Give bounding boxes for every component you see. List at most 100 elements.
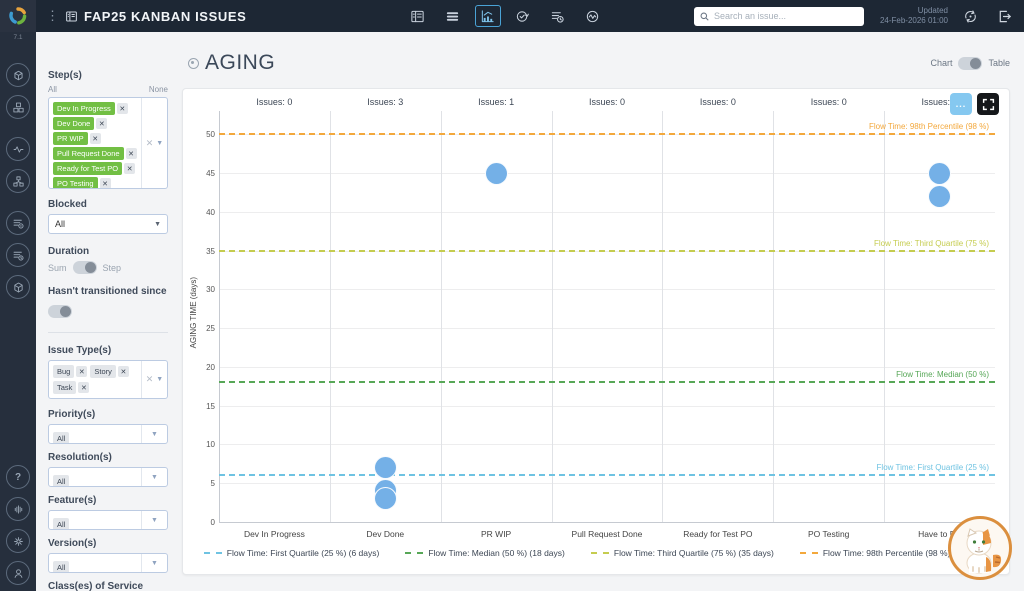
filter-tag: Bug✕ [53,365,87,378]
duration-step-label[interactable]: Step [103,263,122,273]
package-icon[interactable] [6,63,30,87]
h-gridline [219,173,995,174]
steps-multiselect[interactable]: Dev In Progress✕Dev Done✕PR WIP✕Pull Req… [48,97,168,189]
tag-label: PR WIP [53,132,88,145]
search-input[interactable] [714,11,859,21]
resolution-chevron-down-icon[interactable]: ▼ [151,474,158,481]
tag-remove-icon[interactable]: ✕ [118,366,129,377]
board-icon[interactable] [405,5,431,27]
version-chevron-down-icon[interactable]: ▼ [151,560,158,567]
tag-remove-icon[interactable]: ✕ [117,103,128,114]
y-tick-label: 0 [191,518,215,527]
tag-remove-icon[interactable]: ✕ [96,118,107,129]
version-select[interactable]: All ▼ [48,553,168,573]
aging-chart-card: ... Issues: 0Issues: 3Issues: 1Issues: 0… [182,88,1010,575]
steps-select-all-link[interactable]: All [48,85,57,94]
filter-tag: Ready for Test PO✕ [53,162,137,175]
tag-label: Task [53,381,76,394]
list-gear-icon[interactable] [6,211,30,235]
transitioned-toggle[interactable] [48,305,72,318]
x-category-label: Ready for Test PO [662,529,773,539]
tag-remove-icon[interactable]: ✕ [126,148,137,159]
h-gridline [219,406,995,407]
x-axis-line [219,522,995,523]
steps-chevron-down-icon[interactable]: ▼ [156,140,163,147]
x-category-label: Pull Request Done [552,529,663,539]
kebab-menu-icon[interactable]: ⋮ [46,8,59,24]
chart-table-toggle[interactable] [958,57,982,70]
list-clock-icon[interactable] [6,243,30,267]
blocked-value: All [55,219,65,229]
list-icon[interactable] [440,5,466,27]
refresh-icon[interactable] [958,5,982,27]
chart-more-button[interactable]: ... [950,93,972,115]
tag-remove-icon[interactable]: ✕ [124,163,135,174]
y-tick-label: 5 [191,479,215,488]
issue-types-chevron-down-icon[interactable]: ▼ [156,376,163,383]
sync-check-icon[interactable] [510,5,536,27]
steps-clear-icon[interactable]: ✕ [146,138,154,149]
issue-bubble[interactable] [374,456,397,479]
y-tick-label: 35 [191,247,215,256]
issue-bubble[interactable] [928,185,951,208]
aging-info-icon[interactable] [188,58,199,69]
main-content: AGING Chart Table ... Issues: 0Issues: 3… [180,32,1024,591]
y-tick-label: 10 [191,440,215,449]
table-toggle-label[interactable]: Table [988,58,1010,68]
resolution-select[interactable]: All ▼ [48,467,168,487]
blocked-select[interactable]: All ▼ [48,214,168,234]
logo-swirl-icon [8,6,28,26]
app-logo[interactable] [0,0,36,32]
box-icon[interactable] [6,275,30,299]
tag-remove-icon[interactable]: ✕ [100,178,111,188]
tag-remove-icon[interactable]: ✕ [76,366,87,377]
user-icon[interactable] [6,561,30,585]
queue-clock-icon[interactable] [545,5,571,27]
issue-bubble[interactable] [928,162,951,185]
tag-remove-icon[interactable]: ✕ [90,133,101,144]
help-icon[interactable]: ? [6,465,30,489]
chart-title: AGING [205,51,275,75]
issue-types-multiselect[interactable]: Bug✕Story✕Task✕ ✕▼ [48,360,168,399]
v-gridline [884,111,885,522]
duration-toggle[interactable] [73,261,97,274]
board-title-icon [65,10,78,23]
legend-item[interactable]: Flow Time: First Quartile (25 %) (6 days… [204,548,380,558]
issue-bubble[interactable] [485,162,508,185]
chart-toggle-label[interactable]: Chart [930,58,952,68]
y-tick-label: 20 [191,363,215,372]
assistant-cat-avatar[interactable] [948,516,1012,580]
legend-item[interactable]: Flow Time: Third Quartile (75 %) (35 day… [591,548,774,558]
issue-bubble[interactable] [374,487,397,510]
filter-tag: Story✕ [90,365,129,378]
tag-remove-icon[interactable]: ✕ [78,382,89,393]
y-tick-label: 50 [191,130,215,139]
priority-select[interactable]: All ▼ [48,424,168,444]
view-toolbar [405,5,606,27]
voice-icon[interactable] [6,497,30,521]
y-tick-label: 45 [191,169,215,178]
exit-icon[interactable] [992,5,1016,27]
feature-chevron-down-icon[interactable]: ▼ [151,517,158,524]
cluster-icon[interactable] [6,169,30,193]
activity-icon[interactable] [580,5,606,27]
tag-label: Bug [53,365,74,378]
settings-icon[interactable] [6,529,30,553]
legend-item[interactable]: Flow Time: Median (50 %) (18 days) [405,548,565,558]
duration-sum-label[interactable]: Sum [48,263,67,273]
h-gridline [219,289,995,290]
resolution-value-chip: All [53,475,69,486]
filter-panel: Step(s) All None Dev In Progress✕Dev Don… [36,32,180,591]
wave-circle-icon[interactable] [6,137,30,161]
packages-icon[interactable] [6,95,30,119]
version-label: 7.1 [13,34,22,41]
feature-select[interactable]: All ▼ [48,510,168,530]
percentile-line-label: Flow Time: Median (50 %) [896,370,989,379]
fullscreen-button[interactable] [977,93,999,115]
issue-types-clear-icon[interactable]: ✕ [146,374,154,385]
resolution-label: Resolution(s) [48,452,168,463]
column-issues-count: Issues: 0 [219,97,330,107]
chart-icon[interactable] [475,5,501,27]
priority-chevron-down-icon[interactable]: ▼ [151,431,158,438]
steps-select-none-link[interactable]: None [149,85,168,94]
